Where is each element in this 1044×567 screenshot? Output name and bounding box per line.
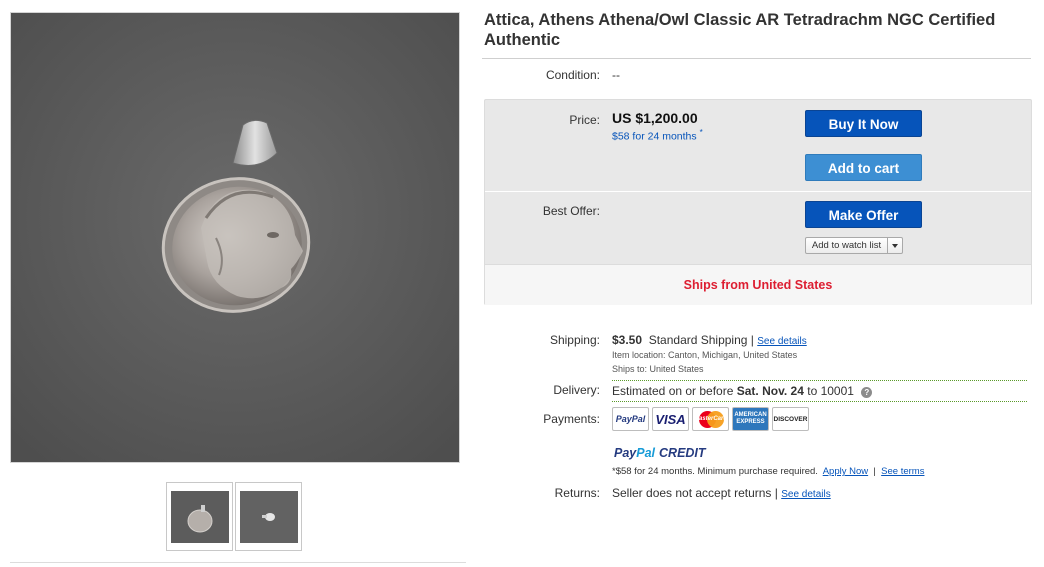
mastercard-logo-icon: MasterCard	[692, 407, 729, 431]
see-terms-link[interactable]: See terms	[881, 466, 924, 477]
delivery-prefix: Estimated on or before	[612, 384, 734, 398]
returns-see-details-link[interactable]: See details	[781, 489, 830, 500]
delivery-estimate: Estimated on or before Sat. Nov. 24 to 1…	[612, 384, 873, 398]
financing-offer[interactable]: $58 for 24 months *	[612, 128, 703, 143]
thumbnail-2[interactable]	[235, 482, 302, 551]
item-location: Item location: Canton, Michigan, United …	[612, 350, 798, 360]
main-product-image[interactable]	[10, 12, 460, 463]
question-circle-icon[interactable]: ?	[861, 387, 873, 398]
link-separator: |	[873, 466, 876, 477]
make-offer-button[interactable]: Make Offer	[805, 201, 922, 228]
condition-value: --	[612, 68, 620, 82]
thumbnail-strip	[166, 482, 302, 551]
apply-now-link[interactable]: Apply Now	[823, 466, 868, 477]
coin-pendant-photo	[11, 13, 459, 462]
ships-to: Ships to: United States	[612, 364, 704, 374]
watch-list-control: Add to watch list	[805, 237, 903, 254]
credit-note-text: *$58 for 24 months. Minimum purchase req…	[612, 466, 818, 477]
shipping-line: $3.50 Standard Shipping | See details	[612, 333, 807, 347]
paypal-credit-logo-icon: PayPal CREDIT	[614, 446, 706, 460]
condition-label: Condition:	[545, 68, 600, 82]
buy-box: Ships from United States	[484, 99, 1032, 305]
item-title: Attica, Athens Athena/Owl Classic AR Tet…	[484, 11, 996, 49]
dotted-divider	[612, 401, 1027, 402]
thumbnail-coin-image	[170, 490, 229, 543]
returns-line: Seller does not accept returns | See det…	[612, 486, 831, 500]
add-to-cart-button[interactable]: Add to cart	[805, 154, 922, 181]
shipping-see-details-link[interactable]: See details	[757, 336, 806, 347]
payments-label: Payments:	[543, 412, 600, 426]
ships-from-banner: Ships from United States	[485, 264, 1031, 305]
thumbnail-1[interactable]	[166, 482, 233, 551]
divider	[10, 562, 466, 563]
payment-logos: PayPal VISA MasterCard AMERICAN EXPRESS …	[612, 407, 809, 431]
title-divider	[482, 58, 1031, 59]
discover-logo-icon: DISCOVER	[772, 407, 809, 431]
dotted-divider	[612, 380, 1027, 381]
shipping-cost: $3.50	[612, 333, 643, 347]
shipping-method: Standard Shipping |	[648, 333, 754, 347]
delivery-label: Delivery:	[553, 383, 600, 397]
returns-policy: Seller does not accept returns |	[612, 486, 778, 500]
financing-text[interactable]: $58 for 24 months	[612, 131, 697, 143]
visa-logo-icon: VISA	[652, 407, 689, 431]
delivery-date: Sat. Nov. 24	[736, 384, 804, 398]
thumbnail-coin-back-image	[239, 490, 298, 543]
delivery-zip: to 10001	[807, 384, 854, 398]
paypal-credit-note: *$58 for 24 months. Minimum purchase req…	[612, 466, 924, 477]
buy-it-now-button[interactable]: Buy It Now	[805, 110, 922, 137]
watch-list-dropdown[interactable]	[888, 238, 902, 253]
add-to-watch-list-button[interactable]: Add to watch list	[806, 238, 888, 253]
price-label: Price:	[569, 113, 600, 127]
amex-logo-icon: AMERICAN EXPRESS	[732, 407, 769, 431]
buy-box-divider	[485, 191, 1031, 192]
price-amount: US $1,200.00	[612, 110, 698, 126]
returns-label: Returns:	[554, 486, 600, 500]
best-offer-label: Best Offer:	[542, 204, 600, 218]
financing-mark: *	[699, 128, 703, 137]
shipping-label: Shipping:	[549, 333, 600, 347]
paypal-logo-icon: PayPal	[612, 407, 649, 431]
chevron-down-icon	[892, 243, 898, 248]
